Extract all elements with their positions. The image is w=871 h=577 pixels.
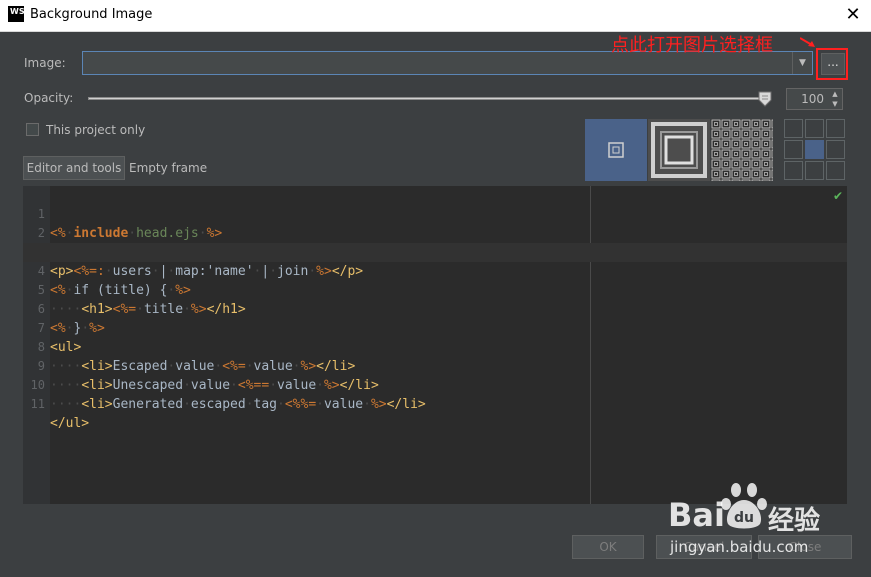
- dropdown-arrow-icon[interactable]: ▼: [792, 52, 812, 74]
- tile-fill-icon: [711, 119, 773, 181]
- anchor-top-center[interactable]: [805, 119, 824, 138]
- anchor-middle-left[interactable]: [784, 140, 803, 159]
- anchor-middle-right[interactable]: [826, 140, 845, 159]
- watermark-brand-cn: 经验: [768, 506, 821, 536]
- code-line: 7 <ul>: [23, 300, 847, 355]
- anchor-top-right[interactable]: [826, 119, 845, 138]
- scale-fill-option[interactable]: [648, 119, 710, 181]
- code-text: </ul>: [50, 416, 90, 431]
- tab-empty-frame[interactable]: Empty frame: [129, 161, 207, 175]
- annotation-text: 点此打开图片选择框: [611, 35, 773, 56]
- image-label: Image:: [24, 56, 66, 70]
- center-fill-option[interactable]: [585, 119, 647, 181]
- opacity-slider-thumb[interactable]: [758, 91, 772, 107]
- code-line: 11 </ul>: [23, 376, 847, 431]
- anchor-bottom-left[interactable]: [784, 161, 803, 180]
- watermark-url: jingyan.baidu.com: [670, 538, 809, 556]
- anchor-center[interactable]: [805, 140, 824, 159]
- line-number: 11: [30, 397, 45, 411]
- annotation-highlight-box: [816, 48, 848, 80]
- code-line: 1 <%·include·head.ejs·%>: [23, 186, 847, 241]
- webstorm-logo-icon: WS: [8, 6, 25, 22]
- opacity-slider-track[interactable]: [88, 97, 768, 100]
- code-line: 10 ····<li>Generated·escaped·tag·<%%=·va…: [23, 357, 847, 412]
- this-project-only-checkbox[interactable]: [26, 123, 39, 136]
- anchor-position-grid[interactable]: [784, 119, 846, 181]
- tile-fill-option[interactable]: [711, 119, 773, 181]
- anchor-bottom-right[interactable]: [826, 161, 845, 180]
- spinner-arrows-icon[interactable]: ▲ ▼: [828, 89, 842, 109]
- watermark-brand: Bai: [668, 496, 725, 534]
- svg-text:du: du: [734, 510, 754, 526]
- code-text: ····<li>Generated·escaped·tag·<%%=·value…: [50, 397, 426, 412]
- anchor-bottom-center[interactable]: [805, 161, 824, 180]
- tab-editor-and-tools[interactable]: Editor and tools: [23, 156, 125, 180]
- code-line: 9 ····<li>Unescaped·value·<%==·value·%><…: [23, 338, 847, 393]
- opacity-label: Opacity:: [24, 91, 74, 105]
- close-icon[interactable]: ✕: [841, 3, 865, 27]
- code-line: 6 <%·}·%>: [23, 281, 847, 336]
- code-line: 5 ····<h1><%=·title·%></h1>: [23, 262, 847, 317]
- title-bar: WS Background Image ✕: [0, 0, 871, 32]
- code-line: 8 ····<li>Escaped·value·<%=·value·%></li…: [23, 319, 847, 374]
- window-title: Background Image: [30, 7, 153, 22]
- annotation-arrow-icon: [800, 37, 815, 47]
- opacity-spinner[interactable]: 100 ▲ ▼: [786, 88, 843, 110]
- ok-button[interactable]: OK: [572, 535, 644, 559]
- scale-fill-icon: [651, 122, 707, 178]
- anchor-top-left[interactable]: [784, 119, 803, 138]
- center-fill-icon: [608, 142, 624, 158]
- this-project-only-label: This project only: [46, 123, 146, 137]
- baidu-watermark: du Bai 经验 jingyan.baidu.com: [664, 482, 864, 564]
- code-line: 2 <%#·all·syntax·features·%>: [23, 205, 847, 260]
- code-line-current: 4 <%·if (title) {·%>: [23, 243, 847, 298]
- opacity-value: 100: [801, 92, 824, 106]
- code-line: 3 <p><%=:·users·|·map:'name'·|·join·%></…: [23, 224, 847, 279]
- code-preview-editor[interactable]: ✔ 1 <%·include·head.ejs·%> 2 <%#·all·syn…: [23, 186, 847, 504]
